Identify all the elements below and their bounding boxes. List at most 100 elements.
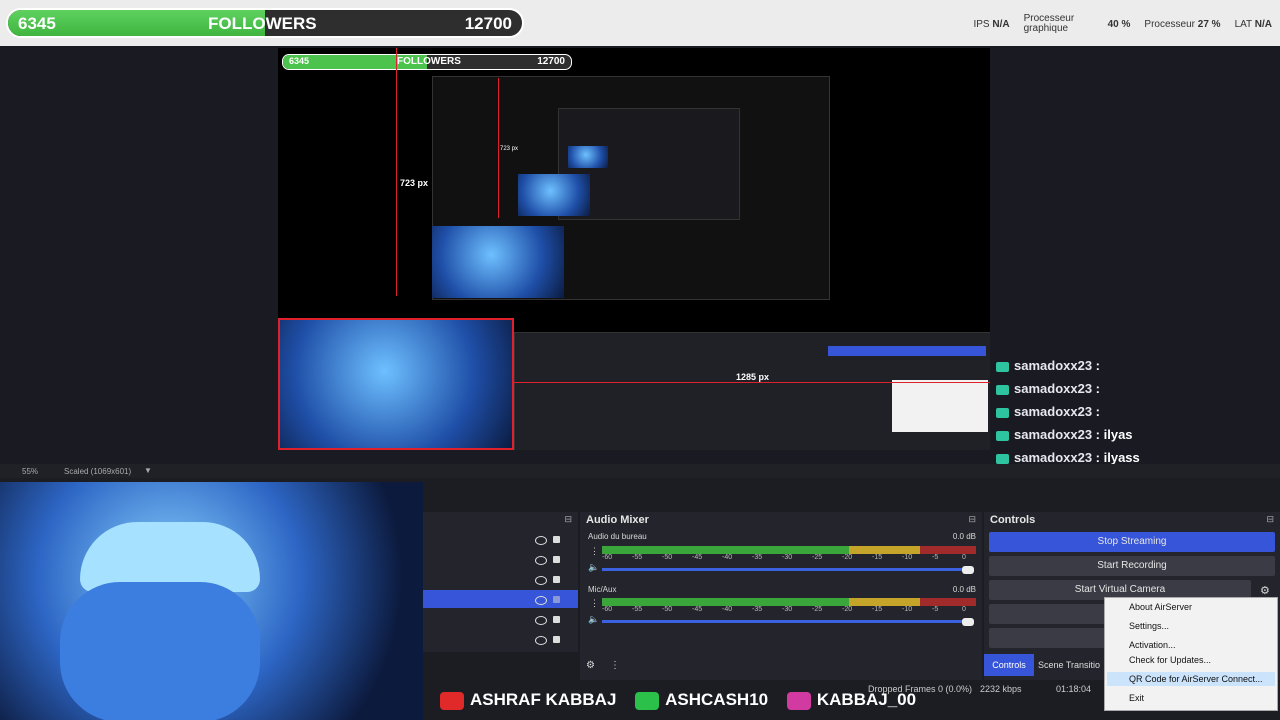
chat-line: samadoxx23 : ilyass [996, 450, 1140, 465]
meter-tick-label: -10 [902, 554, 913, 561]
lock-icon[interactable] [553, 556, 560, 563]
gpu-label: Processeur graphique [1023, 13, 1075, 34]
meter-tick-label: -5 [932, 606, 939, 613]
lock-icon[interactable] [553, 636, 560, 643]
lock-icon[interactable] [553, 616, 560, 623]
person-shape [60, 582, 260, 720]
stream-time: 01:18:04 [1056, 684, 1092, 694]
nested-followers-label: FOLLOWERS [397, 56, 461, 67]
height-measure-label: 723 px [400, 178, 429, 188]
vertical-guide [396, 48, 397, 296]
volume-slider[interactable] [602, 568, 970, 571]
lock-icon[interactable] [553, 596, 560, 603]
gear-icon[interactable]: ⚙ [586, 660, 595, 671]
meter-tick-label: -60 [602, 606, 613, 613]
speaker-icon[interactable]: 🔈 [588, 562, 599, 573]
gear-icon[interactable]: ⚙ [1260, 584, 1270, 597]
meter-tick-label: 0 [962, 606, 966, 613]
zoom-mode[interactable]: Scaled (1069x601) [64, 467, 131, 476]
meter-tick-label: -55 [632, 554, 643, 561]
dock-menu-icon[interactable]: ⊟ [1266, 514, 1274, 525]
lock-icon[interactable] [553, 536, 560, 543]
nested-stop-streaming [828, 346, 986, 356]
meter-tick-label: -5 [932, 554, 939, 561]
kebab-menu-icon[interactable]: ⋮ [610, 660, 620, 671]
dock-menu-icon[interactable]: ⊟ [968, 514, 976, 525]
followers-current: 6345 [18, 14, 56, 33]
lock-icon[interactable] [553, 576, 560, 583]
track-name: Audio du bureau [588, 532, 647, 541]
audio-mixer-title: Audio Mixer [586, 514, 649, 526]
meter-tick-label: -25 [812, 606, 823, 613]
preview-zoom-bar: 55% Scaled (1069x601) ▼ [0, 464, 1280, 478]
meter-tick-label: -45 [692, 606, 703, 613]
tab-scene-transitions[interactable]: Scene Transitio [1038, 654, 1108, 676]
menu-item-settings[interactable]: Settings... [1129, 621, 1169, 631]
chat-user-icon [996, 430, 1009, 441]
meter-tick-label: -50 [662, 554, 673, 561]
vertical-guide-small [498, 78, 499, 218]
menu-item-about[interactable]: About AirServer [1129, 602, 1192, 612]
meter-tick-label: -30 [782, 606, 793, 613]
chat-user: samadoxx23 [1014, 358, 1093, 373]
visibility-icon[interactable] [535, 596, 547, 605]
volume-meter [602, 598, 976, 606]
chevron-down-icon[interactable]: ▼ [144, 466, 152, 475]
meter-tick-label: -40 [722, 554, 733, 561]
stop-streaming-button[interactable]: Stop Streaming [989, 532, 1275, 552]
meter-tick-label: -35 [752, 606, 763, 613]
menu-item-activation[interactable]: Activation... [1129, 640, 1176, 650]
track-name: Mic/Aux [588, 585, 617, 594]
program-canvas[interactable]: 6345 FOLLOWERS 12700 723 px 723 px 1285 … [278, 48, 990, 450]
lat-label: LAT [1234, 18, 1252, 30]
nested-webcam-tiny [568, 146, 608, 168]
gpu-value: 40 % [1107, 18, 1131, 30]
dock-menu-icon[interactable]: ⊟ [564, 514, 572, 525]
start-recording-button[interactable]: Start Recording [989, 556, 1275, 576]
nested-followers-goal: 12700 [537, 56, 565, 67]
meter-tick-label: -20 [842, 606, 853, 613]
zoom-percent[interactable]: 55% [22, 467, 38, 476]
meter-scale: -60 -55 -50 -45 -40 -35 -30 -25 -20 -15 -10 -5 0 [602, 606, 976, 614]
menu-item-qr-code[interactable]: QR Code for AirServer Connect... [1129, 674, 1263, 684]
meter-tick-label: -55 [632, 606, 643, 613]
cpu-label: Processeur [1144, 18, 1195, 30]
chat-user: samadoxx23 [1014, 404, 1093, 419]
meter-tick-label: -30 [782, 554, 793, 561]
menu-item-check-updates[interactable]: Check for Updates... [1129, 655, 1211, 665]
kebab-menu-icon[interactable]: ⋮ [590, 598, 599, 609]
audio-mixer-dock: Audio Mixer ⊟ Audio du bureau 0.0 dB -60… [580, 512, 982, 680]
bitrate: 2232 kbps [980, 684, 1022, 694]
meter-tick-label: -35 [752, 554, 763, 561]
visibility-icon[interactable] [535, 576, 547, 585]
volume-meter [602, 546, 976, 554]
volume-slider-handle[interactable] [962, 618, 974, 626]
meter-tick-label: -40 [722, 606, 733, 613]
visibility-icon[interactable] [535, 636, 547, 645]
visibility-icon[interactable] [535, 536, 547, 545]
nested-webcam-small [518, 174, 590, 216]
speaker-icon[interactable]: 🔈 [588, 614, 599, 625]
meter-tick-label: -60 [602, 554, 613, 561]
volume-slider[interactable] [602, 620, 970, 623]
meter-tick-label: -15 [872, 554, 883, 561]
ips-label: IPS [973, 18, 990, 30]
track-db: 0.0 dB [952, 532, 976, 541]
chat-user: samadoxx23 [1014, 381, 1093, 396]
nested-followers-bar: 6345 FOLLOWERS 12700 [282, 54, 572, 70]
track-db: 0.0 dB [952, 585, 976, 594]
nested-context-menu [892, 380, 988, 432]
canvas-webcam-selected[interactable] [278, 318, 514, 450]
tab-controls[interactable]: Controls [984, 654, 1034, 676]
controls-title: Controls [990, 514, 1036, 526]
nested-followers-current: 6345 [289, 56, 310, 66]
visibility-icon[interactable] [535, 616, 547, 625]
chat-message: ilyass [1103, 450, 1140, 465]
instagram-icon [786, 691, 811, 710]
chat-user: samadoxx23 [1014, 450, 1093, 465]
visibility-icon[interactable] [535, 556, 547, 565]
top-overlay-bar: 6345 FOLLOWERS 12700 IPS N/A Processeur … [0, 0, 1280, 46]
kebab-menu-icon[interactable]: ⋮ [590, 546, 599, 557]
volume-slider-handle[interactable] [962, 566, 974, 574]
webcam-overlay [0, 482, 423, 720]
